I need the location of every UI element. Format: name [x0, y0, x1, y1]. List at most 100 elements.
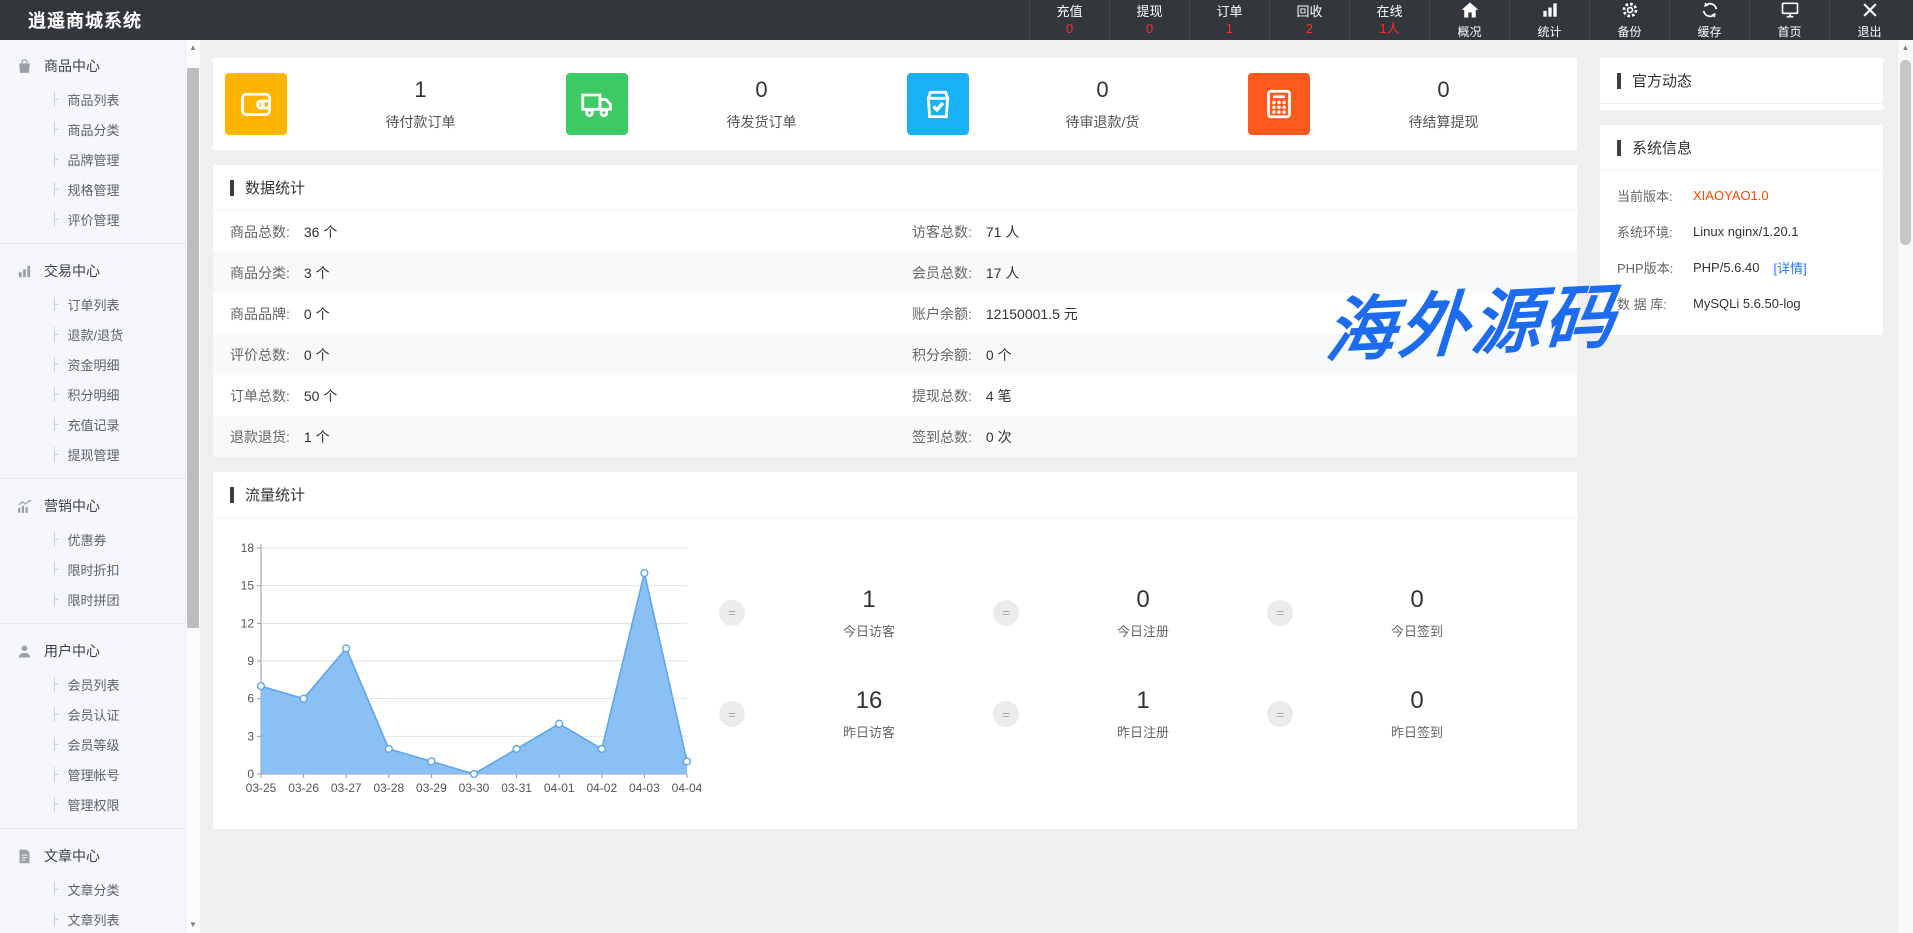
calculator-icon — [1248, 73, 1310, 135]
summary-card[interactable]: 0待审退款/货 — [895, 58, 1236, 150]
sidebar-item[interactable]: ├文章列表 — [0, 904, 185, 933]
sidebar-item[interactable]: ├管理帐号 — [0, 759, 185, 789]
header-action-close[interactable]: 退出 — [1829, 0, 1909, 40]
header-action-label: 首页 — [1777, 23, 1801, 40]
scroll-down-icon[interactable]: ▼ — [186, 917, 200, 933]
sidebar-item[interactable]: ├积分明细 — [0, 379, 185, 409]
sidebar-scroll-thumb[interactable] — [187, 68, 199, 628]
sidebar-item-label: 退款/退货 — [68, 325, 124, 344]
table-row: 商品品牌:0 个账户余额:12150001.5 元 — [213, 293, 1577, 334]
sidebar-item[interactable]: ├限时折扣 — [0, 554, 185, 584]
system-info-row: 数 据 库:MySQLi 5.6.50-log — [1600, 285, 1883, 321]
user-icon — [16, 643, 33, 660]
svg-text:03-29: 03-29 — [416, 781, 447, 795]
stat-label: 账户余额: — [912, 304, 972, 324]
tree-branch-icon: ├ — [50, 417, 59, 431]
sidebar-item-label: 评价管理 — [68, 210, 120, 229]
page-scrollbar[interactable]: ▲ — [1897, 40, 1913, 933]
header-stat-value: 1人 — [1379, 21, 1399, 36]
summary-label: 待付款订单 — [386, 112, 456, 132]
sidebar-item[interactable]: ├商品列表 — [0, 84, 185, 114]
sidebar-section-title: 用户中心 — [44, 641, 100, 661]
traffic-stat-label: 昨日注册 — [1117, 722, 1169, 741]
svg-text:0: 0 — [247, 767, 254, 781]
traffic-stat: =16昨日访客 — [719, 664, 993, 766]
truck-icon — [566, 73, 628, 135]
stat-cell: 订单总数:50 个 — [213, 375, 895, 416]
header-stat-item[interactable]: 在线1人 — [1349, 0, 1429, 40]
sidebar-item[interactable]: ├会员等级 — [0, 729, 185, 759]
sidebar-section-title: 营销中心 — [44, 496, 100, 516]
sidebar-section-header[interactable]: 商品中心 — [0, 48, 185, 84]
sidebar-section-header[interactable]: 用户中心 — [0, 633, 185, 669]
header-action-refresh[interactable]: 缓存 — [1669, 0, 1749, 40]
sidebar-item-label: 限时折扣 — [68, 560, 120, 579]
sidebar-scrollbar[interactable]: ▲ ▼ — [185, 40, 200, 933]
section-title: 数据统计 — [245, 177, 305, 198]
svg-text:03-26: 03-26 — [288, 781, 319, 795]
sidebar-item[interactable]: ├评价管理 — [0, 204, 185, 234]
sidebar-item[interactable]: ├优惠券 — [0, 524, 185, 554]
sidebar-item[interactable]: ├会员认证 — [0, 699, 185, 729]
system-info-label: 系统环境: — [1617, 222, 1693, 241]
header-stat-item[interactable]: 充值0 — [1029, 0, 1109, 40]
summary-card[interactable]: 1待付款订单 — [213, 58, 554, 150]
traffic-stat: =0昨日签到 — [1267, 664, 1541, 766]
traffic-stat-value: 0 — [1136, 586, 1149, 614]
sidebar-item[interactable]: ├退款/退货 — [0, 319, 185, 349]
sidebar-section-header[interactable]: 交易中心 — [0, 253, 185, 289]
summary-label: 待结算提现 — [1409, 112, 1479, 132]
stat-value: 50 个 — [304, 386, 337, 406]
summary-card[interactable]: 0待结算提现 — [1236, 58, 1577, 150]
equals-icon: = — [1267, 600, 1293, 626]
summary-label: 待审退款/货 — [1066, 112, 1140, 132]
header-action-gear[interactable]: 备份 — [1589, 0, 1669, 40]
scroll-up-icon[interactable]: ▲ — [186, 40, 200, 56]
sidebar-item[interactable]: ├限时拼团 — [0, 584, 185, 614]
divider — [0, 828, 185, 829]
system-info-card: 系统信息 当前版本:XIAOYAO1.0系统环境:Linux nginx/1.2… — [1600, 125, 1883, 335]
header-action-bar-chart[interactable]: 统计 — [1509, 0, 1589, 40]
header-action-home[interactable]: 概况 — [1429, 0, 1509, 40]
stat-label: 提现总数: — [912, 386, 972, 406]
sidebar-item[interactable]: ├订单列表 — [0, 289, 185, 319]
summary-cards-row: 1待付款订单0待发货订单0待审退款/货0待结算提现 — [213, 58, 1577, 150]
sidebar-item-label: 积分明细 — [68, 385, 120, 404]
main-content: 1待付款订单0待发货订单0待审退款/货0待结算提现 数据统计 商品总数:36 个… — [200, 40, 1590, 933]
details-link[interactable]: [详情] — [1774, 258, 1807, 277]
sidebar-item-label: 充值记录 — [68, 415, 120, 434]
page-scroll-thumb[interactable] — [1900, 60, 1911, 245]
sidebar-item[interactable]: ├资金明细 — [0, 349, 185, 379]
sidebar-item[interactable]: ├ 充值记录 — [0, 409, 185, 439]
sidebar-item-label: 订单列表 — [68, 295, 120, 314]
sidebar-item[interactable]: ├文章分类 — [0, 874, 185, 904]
sidebar-item[interactable]: ├规格管理 — [0, 174, 185, 204]
svg-text:03-25: 03-25 — [246, 781, 277, 795]
header-stat-item[interactable]: 订单1 — [1189, 0, 1269, 40]
data-stats-header: 数据统计 — [213, 165, 1577, 211]
traffic-header: 流量统计 — [213, 472, 1577, 518]
system-info-label: 当前版本: — [1617, 186, 1693, 205]
tree-branch-icon: ├ — [50, 882, 59, 896]
sidebar-item[interactable]: ├会员列表 — [0, 669, 185, 699]
sidebar-section-header[interactable]: 营销中心 — [0, 488, 185, 524]
summary-card[interactable]: 0待发货订单 — [554, 58, 895, 150]
wallet-icon — [225, 73, 287, 135]
sidebar-item[interactable]: ├提现管理 — [0, 439, 185, 469]
header-stat-item[interactable]: 提现0 — [1109, 0, 1189, 40]
sidebar-item[interactable]: ├商品分类 — [0, 114, 185, 144]
sidebar-item-label: 文章列表 — [68, 910, 120, 929]
sidebar-section-header[interactable]: 文章中心 — [0, 838, 185, 874]
sidebar-item-label: 商品列表 — [68, 90, 120, 109]
scroll-up-icon[interactable]: ▲ — [1898, 40, 1913, 56]
header-stat-item[interactable]: 回收2 — [1269, 0, 1349, 40]
header-action-monitor[interactable]: 首页 — [1749, 0, 1829, 40]
stat-value: 71 人 — [986, 222, 1019, 242]
tree-branch-icon: ├ — [50, 447, 59, 461]
svg-text:03-30: 03-30 — [459, 781, 490, 795]
sidebar-section-title: 文章中心 — [44, 846, 100, 866]
tree-branch-icon: ├ — [50, 182, 59, 196]
svg-text:6: 6 — [247, 692, 254, 706]
sidebar-item[interactable]: ├管理权限 — [0, 789, 185, 819]
sidebar-item[interactable]: ├品牌管理 — [0, 144, 185, 174]
